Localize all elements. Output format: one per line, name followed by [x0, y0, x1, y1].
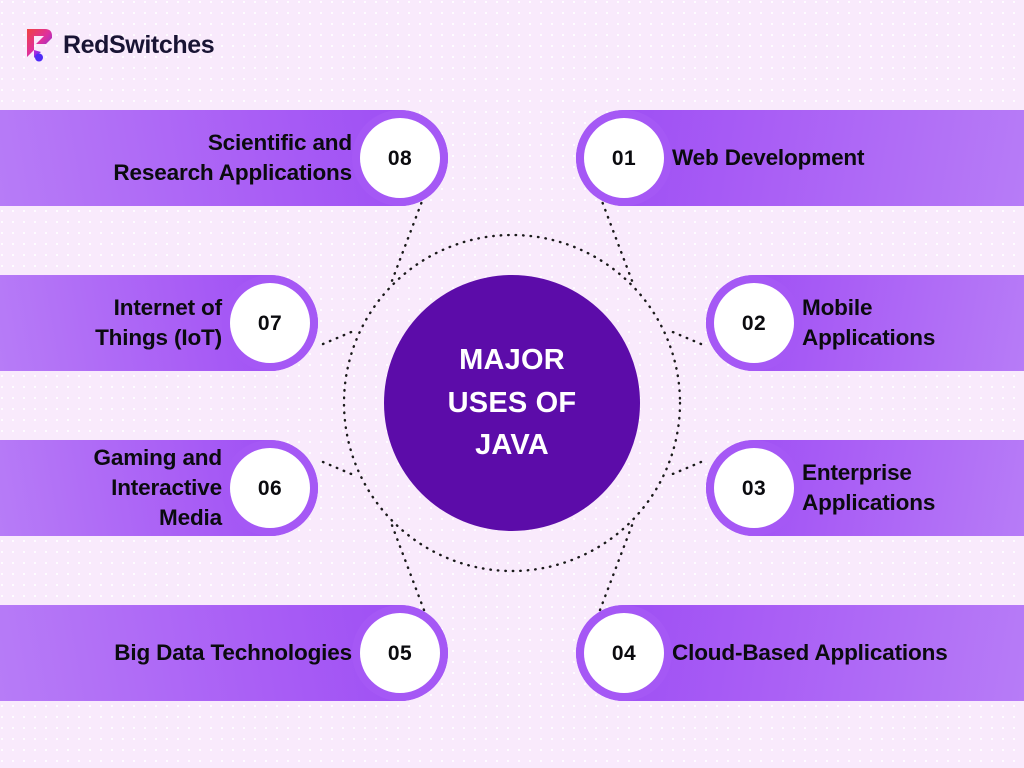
item-label-06: Gaming and Interactive Media: [93, 443, 222, 532]
item-label-01: Web Development: [672, 143, 865, 173]
item-number-03: 03: [741, 476, 767, 500]
connector-03: [666, 460, 703, 478]
connector-04: [598, 518, 636, 612]
item-label-03-line-2: Applications: [802, 490, 936, 515]
item-label-08: Scientific and Research Applications: [113, 128, 352, 187]
item-label-03-line-1: Enterprise: [802, 460, 912, 486]
item-label-06-line-3: Media: [158, 504, 222, 530]
item-label-02: Mobile Applications: [802, 293, 935, 352]
item-label-06-line-1: Gaming and: [93, 445, 222, 471]
item-badge-06[interactable]: 06: [230, 448, 310, 528]
connector-08: [388, 194, 426, 288]
item-badge-08[interactable]: 08: [360, 118, 440, 198]
item-badge-03[interactable]: 03: [714, 448, 794, 528]
item-number-01: 01: [611, 146, 637, 170]
brand-name: RedSwitches: [63, 30, 215, 59]
item-row-07[interactable]: Internet of Things (IoT) 07: [0, 275, 318, 371]
item-number-04: 04: [611, 641, 637, 665]
item-label-02-line-1: Mobile: [802, 295, 873, 321]
item-label-04-line-1: Cloud-Based Applications: [672, 640, 948, 666]
item-badge-04[interactable]: 04: [584, 613, 664, 693]
connector-05: [388, 518, 426, 612]
item-badge-02[interactable]: 02: [714, 283, 794, 363]
item-label-04: Cloud-Based Applications: [672, 638, 948, 668]
item-badge-05[interactable]: 05: [360, 613, 440, 693]
hub-title: MAJOR USES OF JAVA: [448, 339, 577, 468]
item-row-08[interactable]: Scientific and Research Applications 08: [0, 110, 448, 206]
item-label-05-line-1: Big Data Technologies: [114, 640, 352, 666]
connector-02: [666, 328, 703, 346]
connector-07: [321, 328, 358, 346]
item-row-03[interactable]: Enterprise Applications 03: [706, 440, 1024, 536]
item-number-05: 05: [387, 641, 413, 665]
item-row-02[interactable]: Mobile Applications 02: [706, 275, 1024, 371]
infographic-canvas: RedSwitches MAJOR USES OF JAVA Web Devel…: [0, 0, 1024, 768]
item-number-08: 08: [387, 146, 413, 170]
item-label-05: Big Data Technologies: [114, 638, 352, 668]
center-hub: MAJOR USES OF JAVA: [384, 275, 640, 531]
item-number-07: 07: [257, 311, 283, 335]
redswitches-r-mark-icon: [27, 29, 52, 62]
item-label-06-line-2: Interactive: [111, 475, 222, 501]
item-row-04[interactable]: Cloud-Based Applications 04: [576, 605, 1024, 701]
item-number-02: 02: [741, 311, 767, 335]
item-row-06[interactable]: Gaming and Interactive Media 06: [0, 440, 318, 536]
item-row-01[interactable]: Web Development 01: [576, 110, 1024, 206]
item-row-05[interactable]: Big Data Technologies 05: [0, 605, 448, 701]
item-badge-07[interactable]: 07: [230, 283, 310, 363]
item-label-07: Internet of Things (IoT): [95, 293, 222, 352]
item-label-08-line-2: Research Applications: [113, 160, 352, 185]
item-label-03: Enterprise Applications: [802, 458, 935, 517]
hub-title-line-2: USES OF: [447, 386, 577, 419]
item-label-02-line-2: Applications: [802, 325, 936, 350]
item-label-07-line-2: Things (IoT): [95, 325, 222, 350]
item-label-01-line-1: Web Development: [672, 145, 865, 171]
hub-title-line-1: MAJOR: [459, 343, 565, 376]
hub-title-line-3: JAVA: [475, 429, 549, 462]
connector-01: [598, 194, 636, 288]
item-badge-01[interactable]: 01: [584, 118, 664, 198]
brand-logo: RedSwitches: [24, 26, 215, 64]
connector-06: [321, 460, 358, 478]
item-number-06: 06: [257, 476, 283, 500]
item-label-07-line-1: Internet of: [113, 295, 223, 321]
item-label-08-line-1: Scientific and: [207, 130, 352, 156]
